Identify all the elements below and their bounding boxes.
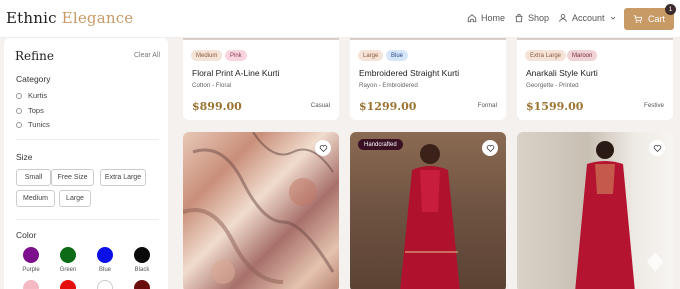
product-image-model-maroon-kurti — [575, 141, 663, 289]
nav-account-label: Account — [572, 13, 605, 23]
product-size-tag: Medium — [191, 50, 223, 61]
radio-icon — [16, 92, 22, 99]
filter-sidebar: Refine Clear All Category Kurtis Tops Tu… — [4, 38, 168, 289]
product-image-model-red-kurti — [400, 144, 460, 289]
product-occasion: Formal — [477, 102, 497, 109]
radio-icon — [16, 121, 22, 128]
heart-icon — [319, 144, 327, 152]
divider — [16, 219, 159, 220]
radio-icon — [16, 107, 22, 114]
color-label-blue: Blue — [98, 267, 111, 273]
category-label: Tunics — [28, 120, 50, 129]
user-icon — [559, 14, 567, 22]
cart-icon — [633, 15, 643, 23]
brand-logo[interactable]: Ethnic Elegance — [6, 9, 133, 27]
cart-count-badge: 1 — [665, 4, 676, 15]
product-color-tag: Blue — [386, 50, 409, 61]
nav-account[interactable]: Account — [558, 13, 617, 23]
size-option-medium[interactable]: Medium — [16, 190, 55, 207]
site-header: Ethnic Elegance Home Shop Account Cart 1 — [0, 0, 680, 38]
color-swatch-red[interactable] — [60, 280, 76, 289]
product-name[interactable]: Floral Print A-Line Kurti — [192, 68, 279, 78]
category-heading: Category — [16, 74, 51, 84]
product-name[interactable]: Embroidered Straight Kurti — [359, 68, 459, 78]
home-icon — [467, 14, 477, 23]
product-color-tag: Maroon — [567, 50, 598, 61]
category-label: Kurtis — [28, 91, 48, 100]
category-label: Tops — [28, 106, 44, 115]
color-label-purple: Purple — [22, 267, 40, 273]
heart-icon — [653, 144, 661, 152]
sidebar-title: Refine — [15, 49, 54, 63]
size-option-small[interactable]: Small — [16, 169, 51, 186]
color-swatch-green[interactable] — [60, 247, 76, 263]
color-swatch-pink[interactable] — [23, 280, 39, 289]
size-option-extra-large[interactable]: Extra Large — [100, 169, 146, 186]
category-option-tunics[interactable]: Tunics — [16, 120, 50, 129]
product-occasion: Festive — [644, 102, 664, 109]
nav-home-label: Home — [481, 13, 506, 23]
product-price: $899.00 — [192, 100, 242, 113]
size-option-large[interactable]: Large — [59, 190, 91, 207]
product-color-tag: Pink — [225, 50, 247, 61]
brand-name-part2: Elegance — [61, 9, 134, 27]
nav-home[interactable]: Home — [467, 13, 505, 23]
wishlist-button[interactable] — [315, 140, 331, 156]
color-label-green: Green — [59, 267, 77, 273]
color-swatch-white[interactable] — [97, 280, 113, 289]
nav-shop[interactable]: Shop — [514, 13, 549, 23]
cart-button[interactable]: Cart 1 — [624, 4, 676, 30]
product-price: $1299.00 — [359, 100, 417, 113]
product-card-info[interactable]: Large Blue Embroidered Straight Kurti Ra… — [350, 38, 506, 120]
product-image-card[interactable] — [183, 132, 339, 289]
handcrafted-badge: Handcrafted — [358, 139, 403, 150]
product-image-floral-fabric — [183, 132, 335, 284]
product-size-tag: Extra Large — [525, 50, 567, 61]
product-card-info[interactable]: Extra Large Maroon Anarkali Style Kurti … — [517, 38, 673, 120]
color-heading: Color — [16, 230, 37, 240]
product-description: Georgette - Printed — [526, 82, 579, 89]
color-swatch-blue[interactable] — [97, 247, 113, 263]
clear-all-link[interactable]: Clear All — [134, 52, 160, 59]
chevron-down-icon — [610, 16, 615, 20]
category-option-tops[interactable]: Tops — [16, 106, 44, 115]
category-option-kurtis[interactable]: Kurtis — [16, 91, 47, 100]
product-image-card[interactable]: Handcrafted — [350, 132, 506, 289]
color-swatch-maroon[interactable] — [134, 280, 150, 289]
product-image-card[interactable] — [517, 132, 673, 289]
cart-label: Cart — [647, 14, 665, 24]
product-price: $1599.00 — [526, 100, 584, 113]
heart-icon — [486, 144, 494, 152]
product-card-info[interactable]: Medium Pink Floral Print A-Line Kurti Co… — [183, 38, 339, 120]
size-option-free-size[interactable]: Free Size — [51, 169, 94, 186]
product-description: Rayon - Embroidered — [359, 82, 418, 89]
color-swatch-black[interactable] — [134, 247, 150, 263]
wishlist-button[interactable] — [482, 140, 498, 156]
divider — [16, 139, 159, 140]
shopping-bag-icon — [515, 13, 523, 23]
nav-shop-label: Shop — [528, 13, 550, 23]
color-label-black: Black — [134, 267, 150, 273]
product-name[interactable]: Anarkali Style Kurti — [526, 68, 598, 78]
color-swatch-purple[interactable] — [23, 247, 39, 263]
product-occasion: Casual — [310, 102, 330, 109]
product-description: Cotton - Floral — [192, 82, 232, 89]
product-size-tag: Large — [358, 50, 384, 61]
size-heading: Size — [16, 152, 33, 162]
wishlist-button[interactable] — [649, 140, 665, 156]
brand-name-part1: Ethnic — [6, 9, 57, 27]
